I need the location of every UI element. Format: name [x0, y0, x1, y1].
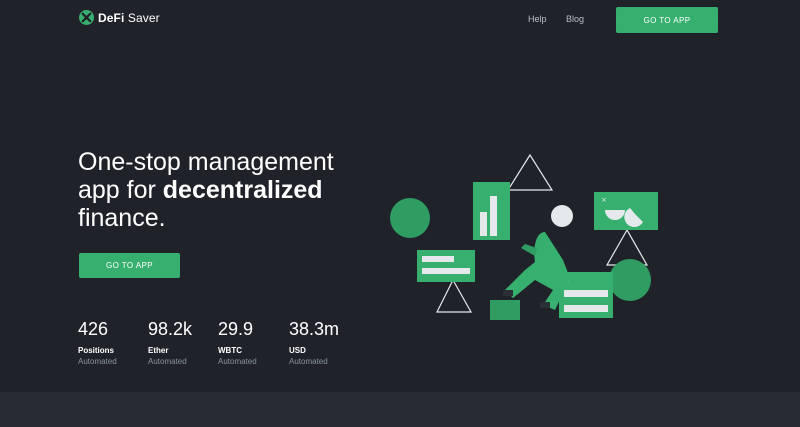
form-field-shape [422, 268, 470, 274]
stat-sub: Automated [148, 357, 187, 366]
stat-value: 426 [78, 319, 109, 339]
hero-illustration: × × [390, 153, 658, 320]
stat-label: Positions [78, 346, 115, 355]
stat-label: Ether [148, 346, 169, 355]
nav-blog-link[interactable]: Blog [566, 14, 584, 24]
character-shoe [540, 302, 550, 308]
hero-title-line-3: finance. [78, 204, 166, 232]
hero-go-to-app-button[interactable]: GO TO APP [79, 253, 180, 278]
triangle-shape [436, 278, 473, 313]
form-field-shape [422, 256, 454, 262]
logo-text: DeFi Saver [98, 10, 160, 25]
close-icon: × [601, 196, 607, 204]
stat-sub: Automated [78, 357, 117, 366]
hero-title-line-2-start: app for [78, 176, 163, 204]
stat-label: USD [289, 346, 306, 355]
hero-title: One-stop management app for decentralize… [78, 148, 378, 232]
character-arm [521, 244, 537, 256]
form-card [417, 250, 475, 282]
bar-chart-bar [490, 196, 497, 236]
stat-usd: 38.3m USD Automated [289, 319, 359, 366]
character-shoe [503, 290, 513, 296]
next-section-band [0, 392, 800, 427]
sphere-shape [609, 259, 651, 301]
bar-chart-bar [480, 212, 487, 236]
stat-value: 38.3m [289, 319, 340, 339]
triangle-shape [506, 153, 554, 191]
hero-title-bold: decentralized [162, 176, 323, 204]
defi-saver-logo-icon [79, 10, 94, 25]
logo[interactable]: DeFi Saver [79, 10, 160, 25]
hero-title-line-1: One-stop management [78, 148, 334, 176]
stat-label: WBTC [218, 346, 242, 355]
form-field-shape [564, 305, 608, 312]
stat-sub: Automated [289, 357, 328, 366]
nav-help-link[interactable]: Help [528, 14, 547, 24]
stat-wbtc: 29.9 WBTC Automated [218, 319, 288, 366]
character-body [505, 232, 570, 310]
stat-value: 29.9 [218, 319, 254, 339]
site-header: DeFi Saver Help Blog GO TO APP [0, 0, 800, 40]
header-go-to-app-button[interactable]: GO TO APP [616, 7, 718, 33]
sphere-shape [390, 198, 430, 238]
landing-page: DeFi Saver Help Blog GO TO APP One-stop … [0, 0, 800, 427]
box-shape [490, 300, 520, 320]
stat-sub: Automated [218, 357, 257, 366]
stat-positions: 426 Positions Automated [78, 319, 148, 366]
stat-value: 98.2k [148, 319, 193, 339]
form-field-shape [564, 290, 608, 297]
stat-ether: 98.2k Ether Automated [148, 319, 218, 366]
character-head [551, 205, 573, 227]
